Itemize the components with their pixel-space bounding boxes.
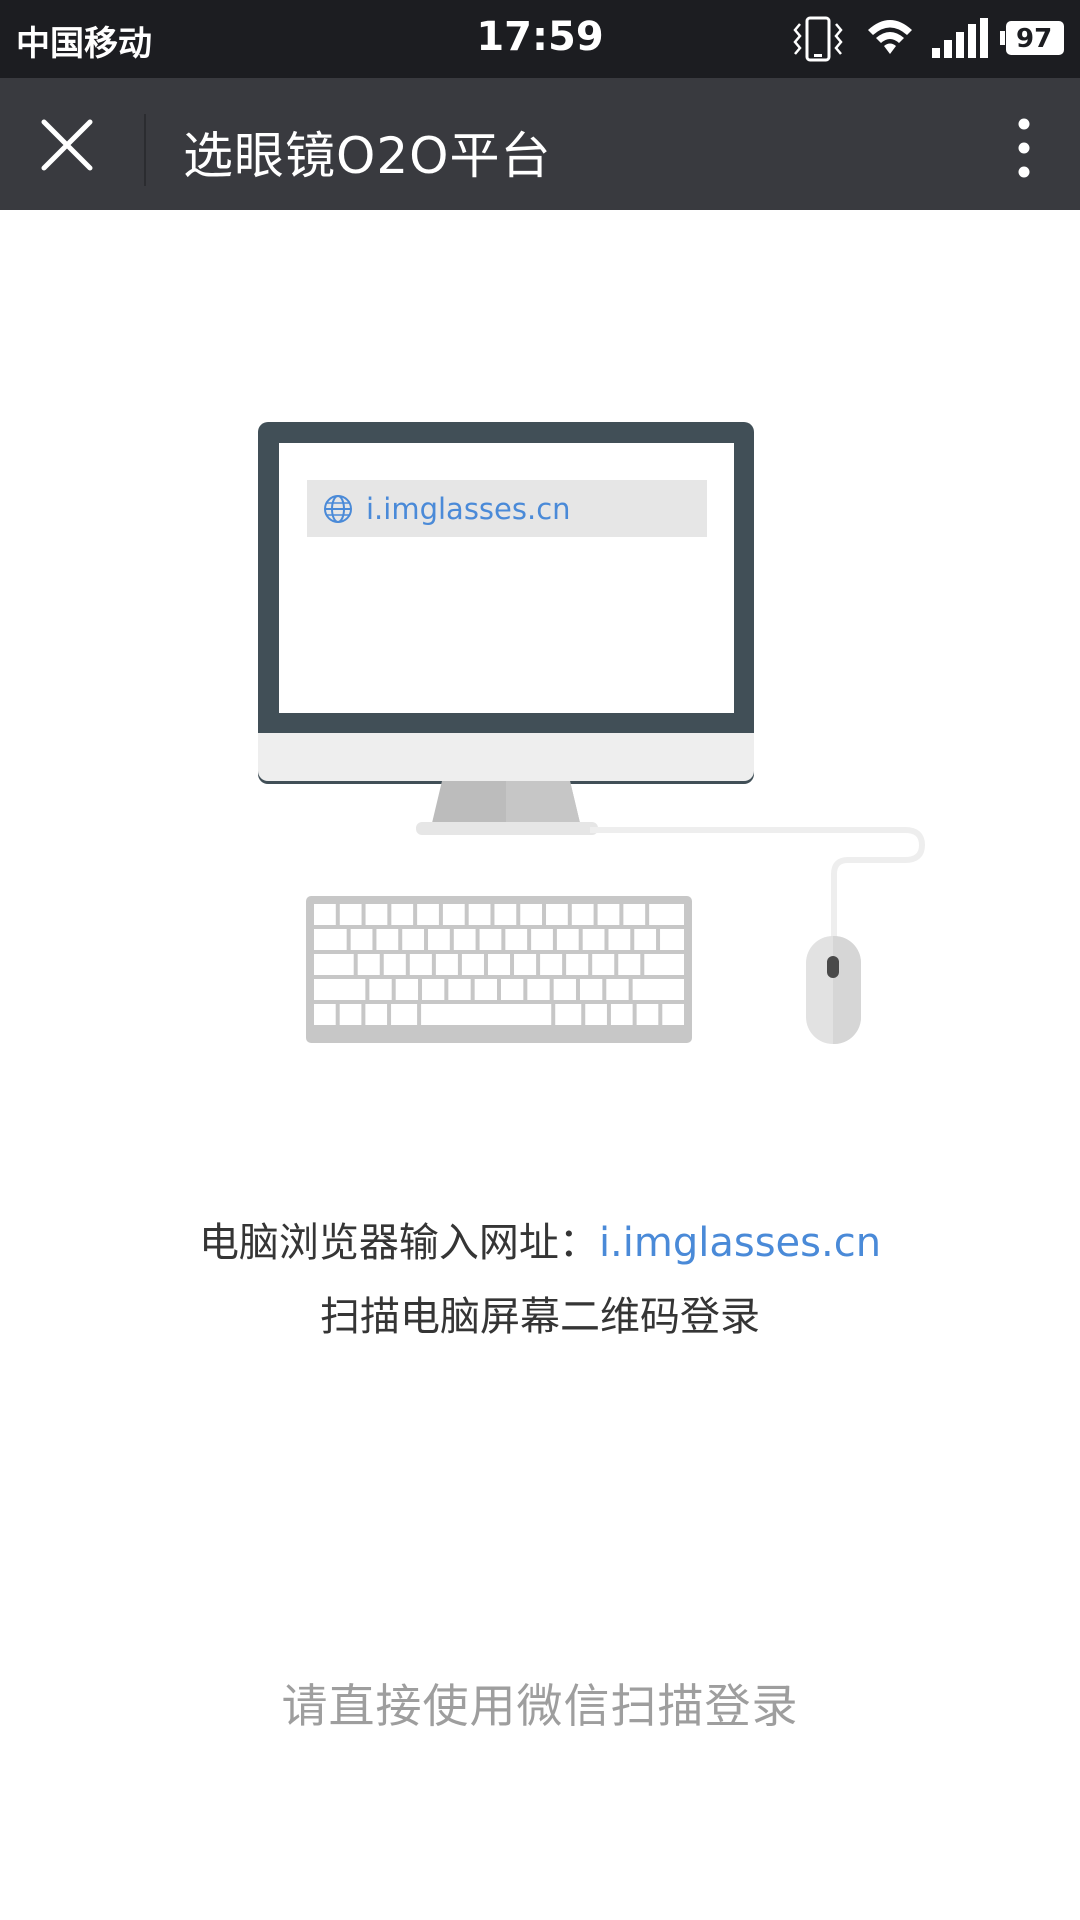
status-icons: 97: [790, 16, 1066, 62]
keyboard-key: [546, 904, 568, 925]
keyboard-key: [527, 979, 550, 1000]
keyboard-key: [474, 979, 497, 1000]
keyboard-key: [579, 979, 603, 1000]
keyboard-key: [395, 979, 419, 1000]
instruction-line-1: 电脑浏览器输入网址：i.imglasses.cn: [0, 1210, 1080, 1268]
page-title: 选眼镜O2O平台: [183, 127, 552, 185]
keyboard-key: [376, 929, 399, 950]
keyboard-key: [592, 954, 615, 975]
keyboard-key: [634, 929, 657, 950]
keyboard-key: [487, 954, 511, 975]
keyboard-key: [357, 954, 380, 975]
keyboard-key: [448, 979, 471, 1000]
keyboard-key: [649, 904, 684, 925]
keyboard-key: [314, 979, 366, 1000]
wifi-icon: [868, 20, 912, 54]
keyboard-key: [610, 1004, 633, 1025]
battery-level: 97: [1016, 24, 1053, 54]
keyboard-key: [428, 929, 450, 950]
keyboard-key: [461, 954, 484, 975]
keyboard-key: [417, 904, 439, 925]
keyboard-key: [365, 904, 388, 925]
keyboard-key: [636, 1004, 659, 1025]
close-button[interactable]: [40, 118, 104, 172]
keyboard-key: [422, 979, 445, 1000]
keyboard-key: [660, 929, 684, 950]
keyboard-key: [505, 929, 528, 950]
keyboard-key: [391, 904, 414, 925]
keyboard-key: [582, 929, 605, 950]
keyboard-key: [409, 954, 432, 975]
keyboard-key: [553, 979, 576, 1000]
keyboard-key: [608, 929, 631, 950]
keyboard-key: [556, 929, 579, 950]
browser-address-bar: i.imglasses.cn: [307, 480, 707, 537]
instruction-line-2: 扫描电脑屏幕二维码登录: [320, 1294, 760, 1340]
keyboard-key: [350, 929, 373, 950]
keyboard-key: [369, 979, 392, 1000]
keyboard-key: [435, 954, 458, 975]
keyboard-key: [479, 929, 502, 950]
computer-illustration: [258, 422, 926, 1045]
keyboard-key: [314, 929, 347, 950]
keyboard: [306, 896, 692, 1043]
keyboard-key: [623, 904, 646, 925]
keyboard-key: [442, 904, 465, 925]
keyboard-key: [540, 954, 563, 975]
keyboard-key: [618, 954, 641, 975]
keyboard-key: [662, 1004, 684, 1025]
instruction-url: i.imglasses.cn: [598, 1220, 882, 1266]
keyboard-key: [644, 954, 684, 975]
keyboard-key: [531, 929, 553, 950]
nav-bar: 选眼镜O2O平台: [0, 78, 1080, 210]
more-button[interactable]: [1012, 118, 1036, 178]
keyboard-key: [585, 1004, 607, 1025]
keyboard-key: [520, 904, 543, 925]
globe-icon: [324, 495, 352, 523]
keyboard-key: [597, 904, 620, 925]
keyboard-key: [314, 904, 336, 925]
keyboard-key: [453, 929, 476, 950]
keyboard-key: [566, 954, 589, 975]
status-bar: 中国移动 17:59 97: [0, 0, 1080, 78]
close-icon: [41, 119, 93, 171]
more-vertical-icon: [1018, 118, 1030, 178]
keyboard-key: [468, 904, 491, 925]
keyboard-key: [314, 954, 354, 975]
keyboard-key: [606, 979, 629, 1000]
scan-login-hint: 请直接使用微信扫描登录: [281, 1679, 799, 1733]
keyboard-key: [314, 1004, 336, 1025]
keyboard-key: [339, 904, 362, 925]
keyboard-key: [365, 1004, 388, 1025]
mouse: [806, 935, 862, 1045]
keyboard-key: [383, 954, 406, 975]
instruction-prefix: 电脑浏览器输入网址：: [198, 1220, 599, 1266]
keyboard-key: [501, 979, 524, 1000]
keyboard-key: [391, 1004, 418, 1025]
keyboard-key: [494, 904, 517, 925]
keyboard-key: [339, 1004, 362, 1025]
keyboard-key: [514, 954, 537, 975]
signal-icon: [932, 18, 988, 58]
vibrate-icon: [793, 16, 843, 62]
keyboard-key: [402, 929, 425, 950]
keyboard-key: [632, 979, 684, 1000]
browser-url: i.imglasses.cn: [366, 492, 571, 526]
keyboard-key: [421, 1004, 552, 1025]
keyboard-key: [555, 1004, 582, 1025]
keyboard-key: [571, 904, 594, 925]
nav-divider: [144, 114, 146, 186]
